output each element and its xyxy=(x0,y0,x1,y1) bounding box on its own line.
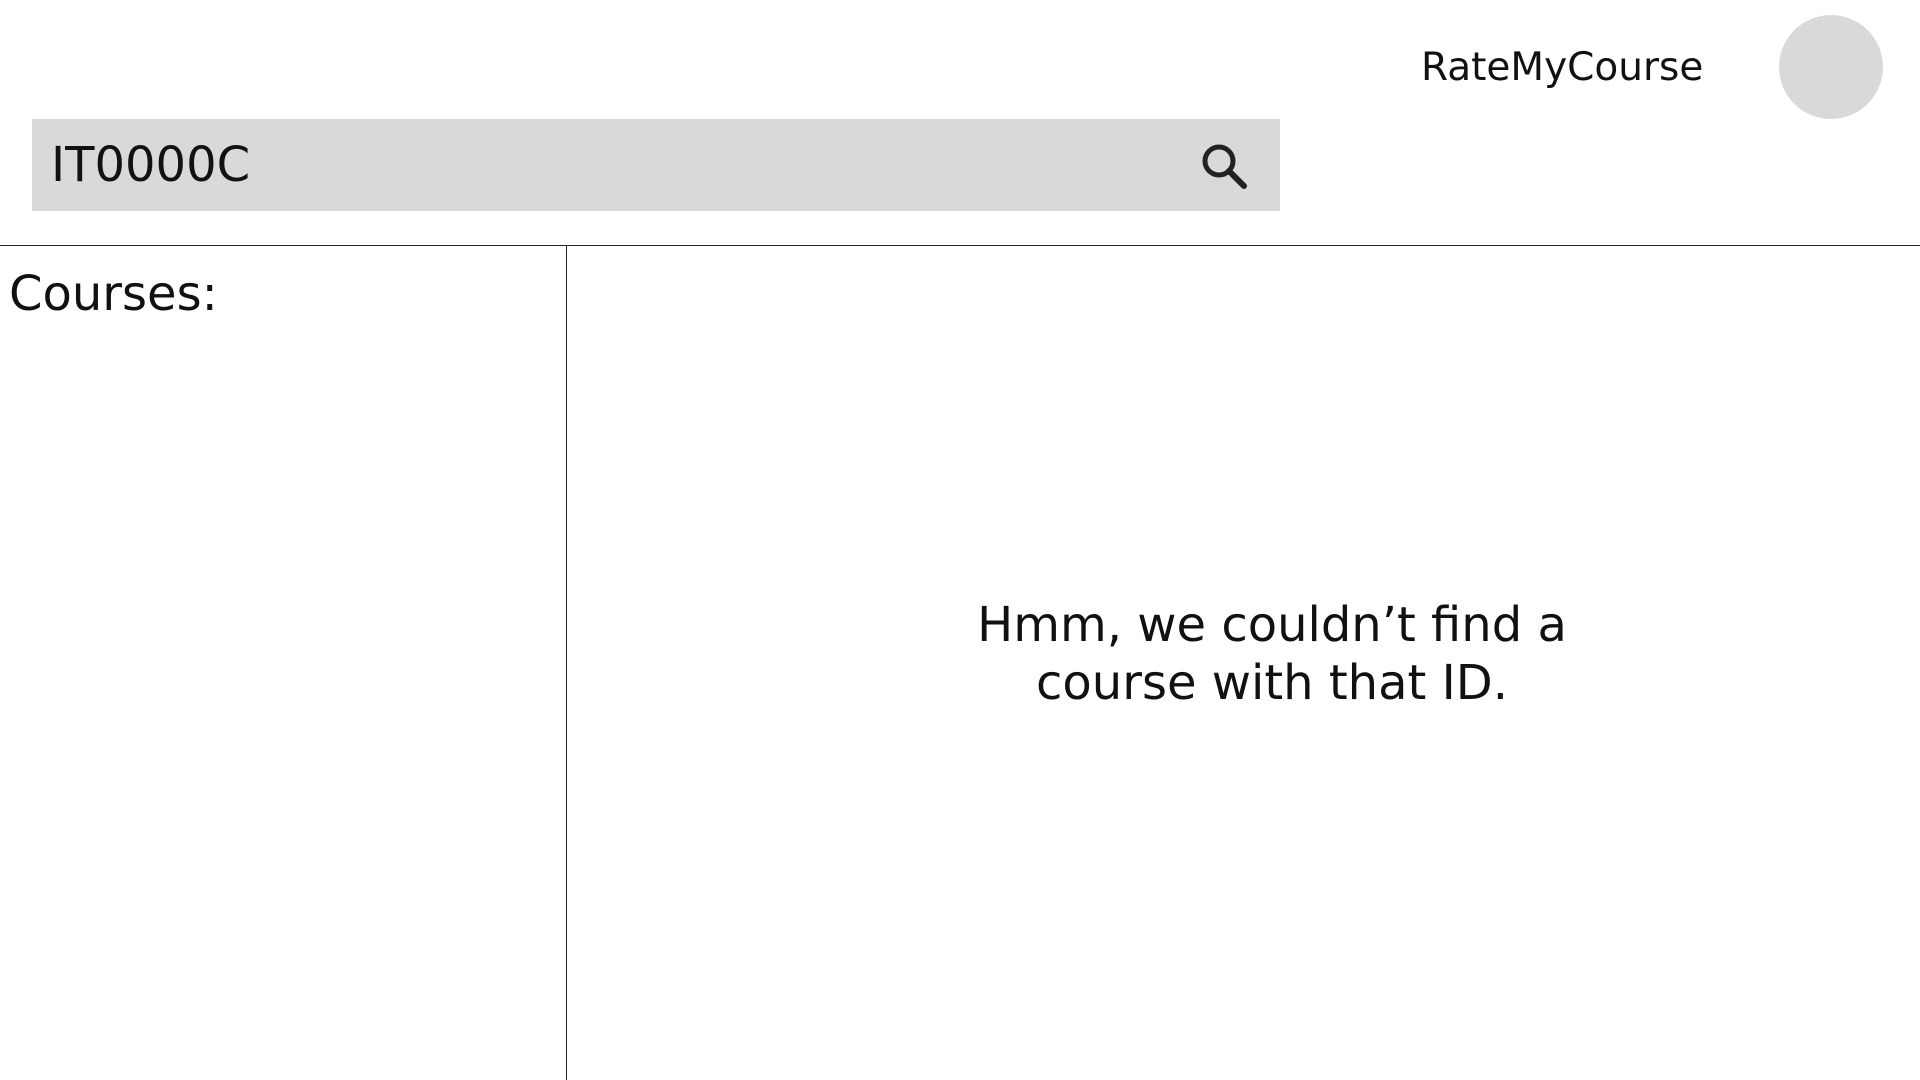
not-found-message-line-2: course with that ID. xyxy=(1036,655,1508,711)
courses-heading: Courses: xyxy=(9,266,218,322)
header: RateMyCourse xyxy=(0,0,1920,246)
search-icon xyxy=(1202,144,1247,189)
search-button[interactable] xyxy=(1192,139,1256,195)
avatar[interactable] xyxy=(1779,15,1883,119)
not-found-message-line-1: Hmm, we couldn’t find a xyxy=(977,597,1567,653)
sidebar: Courses: xyxy=(0,246,567,1080)
main-content: Hmm, we couldn’t find a course with that… xyxy=(567,246,1920,1080)
page: RateMyCourse Courses: Hmm, we couldn’t f… xyxy=(0,0,1920,1080)
not-found-message: Hmm, we couldn’t find a course with that… xyxy=(837,596,1707,712)
brand-link[interactable]: RateMyCourse xyxy=(1421,44,1703,92)
search-bar xyxy=(32,119,1280,211)
search-input[interactable] xyxy=(51,119,1151,211)
